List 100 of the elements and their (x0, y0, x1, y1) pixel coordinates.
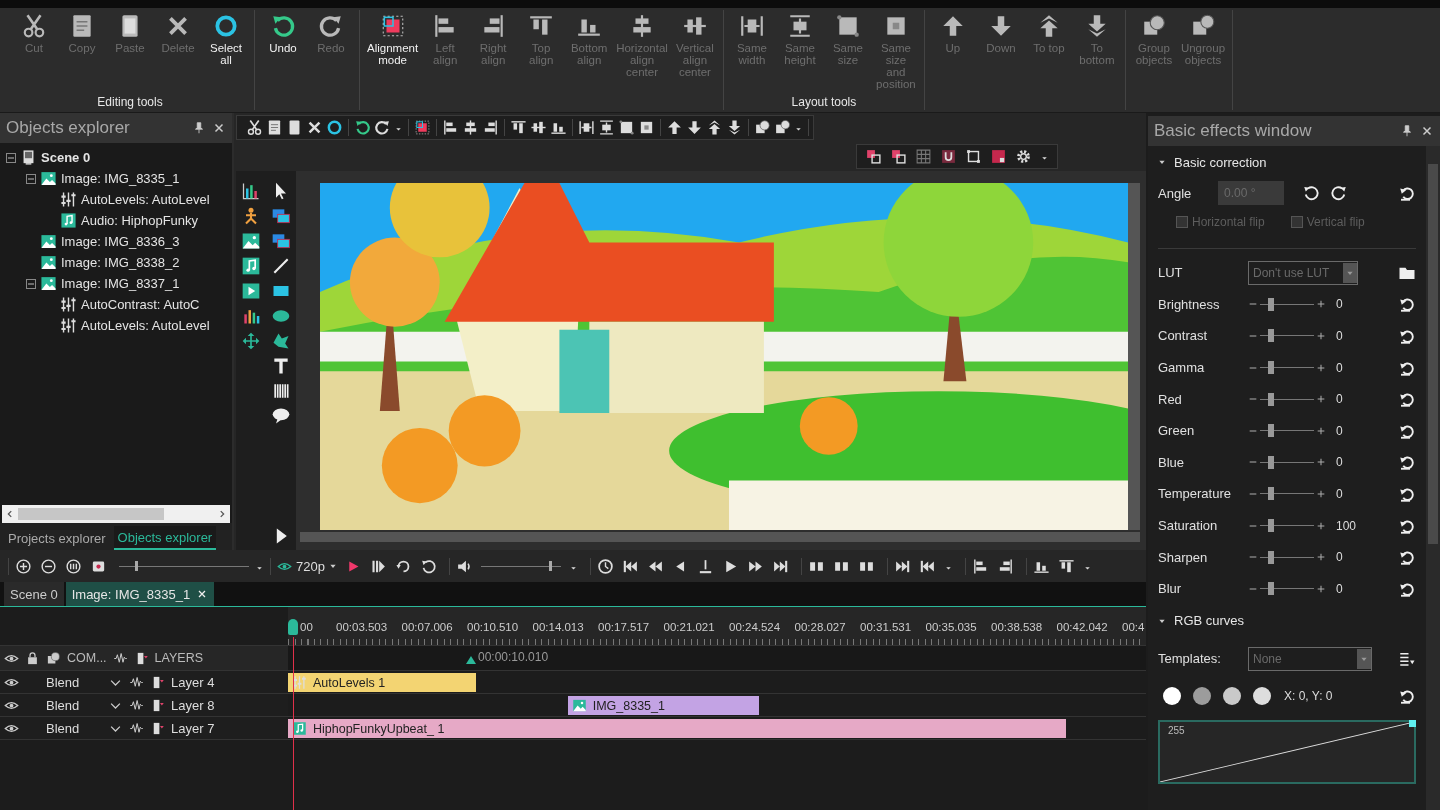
group-icon[interactable] (754, 119, 771, 136)
rotate-left-icon[interactable] (419, 557, 437, 575)
slider-thumb[interactable] (1268, 487, 1275, 501)
align-vcenter-icon[interactable] (530, 119, 547, 136)
slider-thumb[interactable] (1268, 329, 1275, 343)
slider-thumb[interactable] (1268, 455, 1275, 469)
play-box-icon[interactable] (241, 281, 261, 301)
to-top-icon[interactable] (706, 119, 723, 136)
collapse-icon[interactable] (26, 278, 36, 289)
tree-item[interactable]: Audio: HiphopFunky (81, 213, 199, 228)
same-height-icon[interactable] (598, 119, 615, 136)
clock-icon[interactable] (596, 557, 614, 575)
ungroup-icon[interactable] (774, 119, 791, 136)
slider-thumb[interactable] (1268, 392, 1275, 406)
ring-icon[interactable] (326, 119, 343, 136)
tree-item[interactable]: Image: IMG_8337_1 (61, 276, 180, 291)
cross-icon[interactable] (306, 119, 323, 136)
timeline-clip[interactable]: HiphopFunkyUpbeat_ 1 (288, 719, 1066, 738)
rotate-right-icon[interactable] (1330, 184, 1348, 202)
layers-icon[interactable] (271, 206, 291, 226)
slider-thumb[interactable] (1268, 519, 1275, 533)
undo-icon[interactable] (354, 119, 371, 136)
slider-thumb[interactable] (1268, 582, 1275, 596)
vertical-scrollbar[interactable] (1426, 146, 1440, 810)
fit-icon[interactable] (65, 557, 82, 575)
bubble-icon[interactable] (271, 406, 291, 426)
layers-icon[interactable] (271, 231, 291, 251)
slider-thumb[interactable] (1268, 550, 1275, 564)
horizontal-scrollbar[interactable] (300, 532, 1140, 542)
tree-item[interactable]: Image: IMG_8335_1 (61, 171, 180, 186)
text-tool-icon[interactable] (271, 356, 291, 376)
down-icon[interactable] (686, 119, 703, 136)
plus-circle-icon[interactable] (15, 557, 32, 575)
same-pos-icon[interactable] (638, 119, 655, 136)
align-hcenter-icon[interactable] (462, 119, 479, 136)
up-icon[interactable] (666, 119, 683, 136)
blend-mode[interactable]: Blend (46, 697, 102, 713)
tree-item[interactable]: Scene 0 (41, 150, 91, 165)
barcode-icon[interactable] (271, 381, 291, 401)
same-size-icon[interactable] (618, 119, 635, 136)
timeline-tab[interactable]: Image: IMG_8335_1 (65, 582, 215, 606)
collapse-icon[interactable] (26, 173, 36, 184)
ribbon-button[interactable]: Select all (202, 10, 250, 96)
section-header[interactable]: RGB curves (1158, 604, 1416, 637)
minus-circle-icon[interactable] (40, 557, 57, 575)
collapse-icon[interactable] (6, 152, 16, 163)
curve-graph[interactable]: 255 (1158, 720, 1416, 785)
square-badge-icon[interactable] (990, 148, 1007, 165)
gear-icon[interactable] (1015, 148, 1032, 165)
tree-item[interactable]: Image: IMG_8338_2 (61, 255, 180, 270)
channel-dot[interactable] (1223, 687, 1241, 706)
page-icon[interactable] (266, 119, 283, 136)
slider-thumb[interactable] (1268, 424, 1275, 438)
magnet-icon[interactable] (940, 148, 957, 165)
tree-item[interactable]: AutoContrast: AutoC (81, 297, 200, 312)
redo-icon[interactable] (374, 119, 391, 136)
slider-thumb[interactable] (548, 561, 552, 571)
slider-thumb[interactable] (1268, 297, 1275, 311)
timeline-clip[interactable]: IMG_8335_1 (567, 696, 759, 715)
pin-icon[interactable] (1400, 124, 1414, 138)
channel-dot[interactable] (1193, 687, 1211, 706)
time-marker[interactable]: 00:00:10.010 (466, 650, 549, 664)
align-top-icon[interactable] (510, 119, 527, 136)
overlap-icon[interactable] (890, 148, 907, 165)
frame-icon[interactable] (965, 148, 982, 165)
close-icon[interactable] (212, 121, 226, 135)
tree-item[interactable]: AutoLevels: AutoLevel (81, 318, 210, 333)
blend-mode[interactable]: Blend (46, 720, 102, 736)
slider-thumb[interactable] (134, 561, 138, 571)
channel-dot[interactable] (1253, 687, 1271, 706)
align-top-icon[interactable] (1057, 557, 1075, 575)
align-mode-icon[interactable] (414, 119, 431, 136)
line-icon[interactable] (271, 256, 291, 276)
section-header[interactable]: Basic correction (1158, 146, 1416, 178)
channel-dot[interactable] (1163, 687, 1181, 706)
same-width-icon[interactable] (578, 119, 595, 136)
horizontal-scrollbar[interactable] (2, 505, 230, 523)
slider-thumb[interactable] (1268, 361, 1275, 375)
blend-mode[interactable]: Blend (46, 674, 102, 690)
grid-icon[interactable] (915, 148, 932, 165)
image-icon[interactable] (241, 231, 261, 251)
music-icon[interactable] (241, 256, 261, 276)
tree-item[interactable]: Image: IMG_8336_3 (61, 234, 180, 249)
vertical-scrollbar[interactable] (1128, 183, 1140, 530)
ribbon-button[interactable]: Alignment mode (364, 10, 422, 110)
close-icon[interactable] (1420, 124, 1434, 138)
align-left-icon[interactable] (971, 557, 989, 575)
timeline-clip[interactable]: AutoLevels 1 (288, 673, 476, 692)
chart-icon[interactable] (241, 181, 261, 201)
ribbon-button[interactable]: Undo (259, 10, 307, 110)
tree-item[interactable]: AutoLevels: AutoLevel (81, 192, 210, 207)
rotate-left-icon[interactable] (1302, 184, 1320, 202)
timeline-tab[interactable]: Scene 0 (4, 582, 64, 606)
panel-tab[interactable]: Projects explorer (4, 526, 110, 550)
move-icon[interactable] (241, 331, 261, 351)
playhead-handle[interactable] (288, 619, 298, 635)
resolution-dropdown[interactable]: 720p (277, 558, 337, 574)
pin-icon[interactable] (192, 121, 206, 135)
align-left-icon[interactable] (442, 119, 459, 136)
align-right-icon[interactable] (482, 119, 499, 136)
